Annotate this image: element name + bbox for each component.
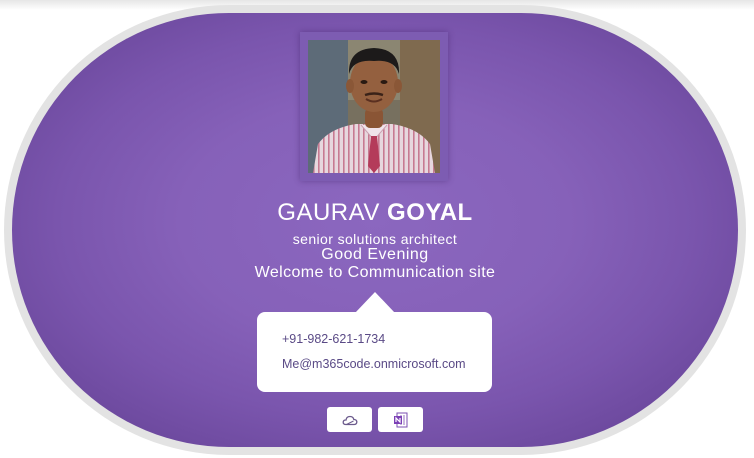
- onenote-button[interactable]: [378, 407, 423, 432]
- person-portrait-icon: [308, 40, 440, 173]
- phone-number-link[interactable]: +91-982-621-1734: [282, 332, 385, 346]
- onedrive-cloud-icon: [342, 415, 357, 425]
- onenote-icon: [393, 412, 407, 427]
- last-name: GOYAL: [387, 199, 473, 226]
- first-name: GAURAV: [277, 199, 380, 226]
- contact-callout: +91-982-621-1734 Me@m365code.onmicrosoft…: [257, 292, 492, 392]
- job-title: senior solutions architect: [292, 231, 458, 247]
- onedrive-button[interactable]: [327, 407, 372, 432]
- greeting-text: Good Evening: [321, 246, 429, 263]
- email-link[interactable]: Me@m365code.onmicrosoft.com: [282, 357, 466, 371]
- profile-card: GAURAV GOYAL senior solutions architect …: [12, 13, 738, 447]
- welcome-text: Welcome to Communication site: [254, 264, 496, 281]
- profile-name: GAURAV GOYAL: [12, 199, 738, 227]
- profile-photo-frame: [300, 32, 448, 181]
- profile-photo: [308, 40, 440, 173]
